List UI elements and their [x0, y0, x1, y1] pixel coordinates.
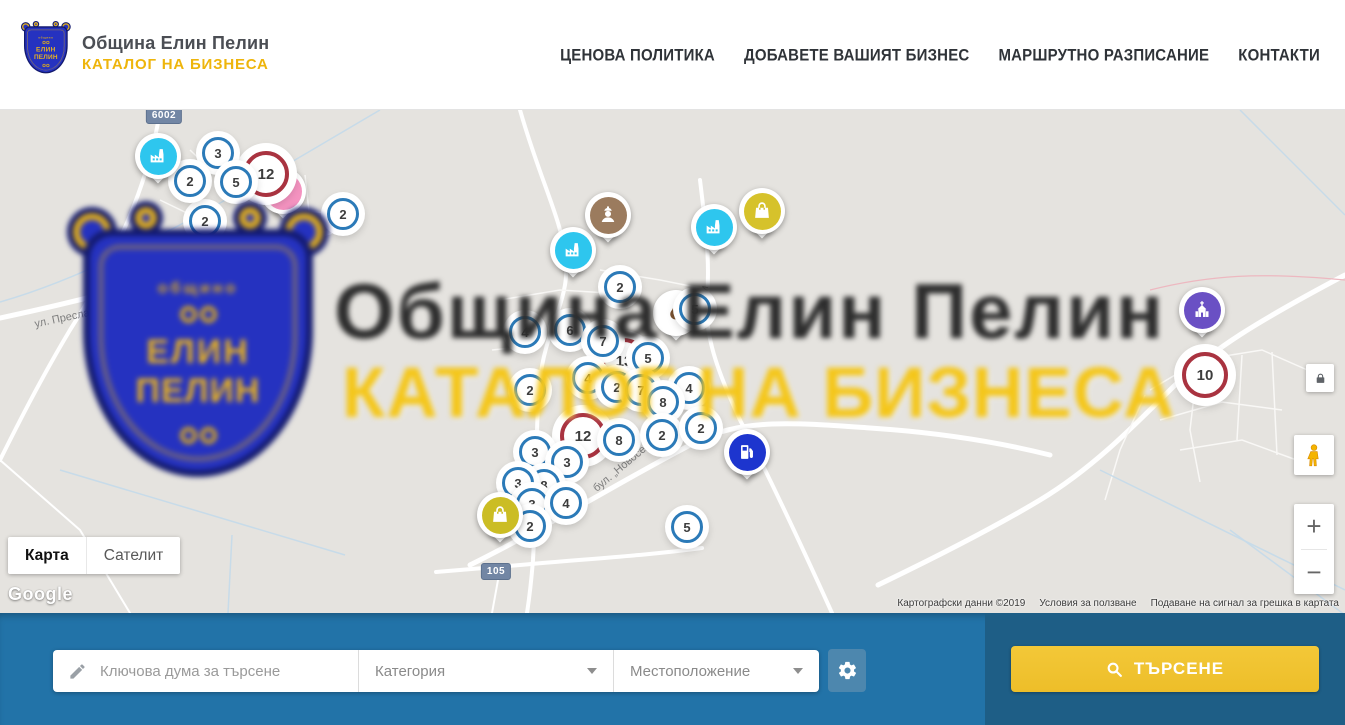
search-icon — [1106, 661, 1123, 678]
map-attribution: Картографски данни ©2019 Условия за полз… — [897, 598, 1339, 609]
search-button-panel: ТЪРСЕНЕ — [985, 613, 1345, 725]
category-dropdown[interactable]: Категория — [359, 650, 613, 692]
map-pin-shopping-bag[interactable] — [739, 188, 785, 234]
header: общино ЕЛИН ПЕЛИН Община Елин Пелин КАТА… — [0, 0, 1345, 110]
map-cluster-marker[interactable]: 10 — [1182, 352, 1228, 398]
map-cluster-marker[interactable]: 4 — [572, 362, 604, 394]
municipality-crest-icon: общино ЕЛИН ПЕЛИН — [24, 24, 70, 82]
lock-icon — [1314, 372, 1327, 385]
settings-button[interactable] — [828, 649, 866, 692]
map-canvas[interactable]: ул. Преславбул. „Новоселци 6002105 — [0, 110, 1345, 613]
map-cluster-marker[interactable]: 4 — [509, 316, 541, 348]
map-cluster-marker[interactable]: 3 — [519, 436, 551, 468]
nav-item[interactable]: МАРШРУТНО РАЗПИСАНИЕ — [998, 46, 1209, 64]
shopping-bag-icon — [744, 193, 781, 230]
keyword-section — [53, 650, 358, 692]
map-cluster-marker[interactable]: 3 — [202, 137, 234, 169]
pegman-button[interactable] — [1294, 435, 1334, 475]
map-cluster-marker[interactable]: 4 — [550, 487, 582, 519]
worker-icon — [590, 197, 627, 234]
map-cluster-marker[interactable]: 2 — [604, 271, 636, 303]
satellite-view-button[interactable]: Сателит — [86, 537, 180, 574]
road-number-badge: 6002 — [146, 110, 182, 124]
map-cluster-marker[interactable]: 6 — [554, 314, 586, 346]
chevron-down-icon — [793, 668, 803, 674]
map-cluster-marker[interactable]: 2 — [685, 412, 717, 444]
map-view-button[interactable]: Карта — [8, 537, 86, 574]
fuel-icon — [729, 434, 766, 471]
map-cluster-marker[interactable]: 5 — [671, 511, 703, 543]
map-pin-fuel[interactable] — [724, 429, 770, 475]
google-logo[interactable]: Google — [8, 584, 73, 605]
site-subtitle: КАТАЛОГ НА БИЗНЕСА — [82, 56, 269, 73]
map-pin-worker[interactable] — [585, 192, 631, 238]
map-pin-factory[interactable] — [691, 204, 737, 250]
keyword-input[interactable] — [87, 663, 358, 680]
brand-logo[interactable]: общино ЕЛИН ПЕЛИН Община Елин Пелин КАТА… — [24, 24, 269, 82]
map-cluster-marker[interactable]: 2 — [327, 198, 359, 230]
lock-button[interactable] — [1306, 364, 1334, 392]
pegman-icon — [1302, 443, 1326, 467]
nav-item[interactable]: КОНТАКТИ — [1238, 46, 1320, 64]
map-cluster-marker[interactable]: 8 — [647, 386, 679, 418]
factory-icon — [140, 138, 177, 175]
map-cluster-marker[interactable]: 5 — [679, 293, 711, 325]
search-box: Категория Местоположение — [53, 650, 819, 692]
zoom-out-button[interactable]: − — [1294, 550, 1334, 595]
chevron-down-icon — [587, 668, 597, 674]
map-type-control: Карта Сателит — [8, 537, 180, 574]
nav-item[interactable]: ДОБАВЕТЕ ВАШИЯТ БИЗНЕС — [744, 46, 969, 64]
pencil-icon — [68, 662, 87, 681]
church-icon — [1184, 292, 1221, 329]
map-cluster-marker[interactable]: 7 — [587, 325, 619, 357]
map-cluster-marker[interactable]: 5 — [220, 166, 252, 198]
main-nav: ЦЕНОВА ПОЛИТИКА ДОБАВЕТЕ ВАШИЯТ БИЗНЕС МАР… — [560, 0, 1320, 110]
location-dropdown[interactable]: Местоположение — [614, 650, 819, 692]
search-bar: Категория Местоположение ТЪРСЕНЕ — [0, 613, 1345, 725]
map-cluster-marker[interactable]: 2 — [189, 205, 221, 237]
map-cluster-marker[interactable]: 2 — [646, 419, 678, 451]
map-pin-shopping-bag[interactable] — [477, 492, 523, 538]
map-cluster-marker[interactable]: 5 — [632, 342, 664, 374]
map-pin-factory[interactable] — [135, 133, 181, 179]
shopping-bag-icon — [482, 497, 519, 534]
map-cluster-marker[interactable]: 3 — [551, 446, 583, 478]
zoom-control: + − — [1294, 504, 1334, 594]
zoom-in-button[interactable]: + — [1294, 504, 1334, 549]
page: общино ЕЛИН ПЕЛИН Община Елин Пелин КАТА… — [0, 0, 1345, 725]
map-pin-church[interactable] — [1179, 287, 1225, 333]
factory-icon — [696, 209, 733, 246]
gear-icon — [837, 660, 858, 681]
nav-item[interactable]: ЦЕНОВА ПОЛИТИКА — [560, 46, 715, 64]
terms-link[interactable]: Условия за ползване — [1039, 598, 1136, 609]
report-error-link[interactable]: Подаване на сигнал за грешка в картата — [1151, 598, 1339, 609]
map-cluster-marker[interactable]: 8 — [603, 424, 635, 456]
search-button[interactable]: ТЪРСЕНЕ — [1011, 646, 1319, 692]
map-cluster-marker[interactable]: 2 — [514, 374, 546, 406]
attribution-copyright: Картографски данни ©2019 — [897, 598, 1025, 609]
road-number-badge: 105 — [481, 563, 511, 580]
site-title: Община Елин Пелин — [82, 33, 269, 54]
